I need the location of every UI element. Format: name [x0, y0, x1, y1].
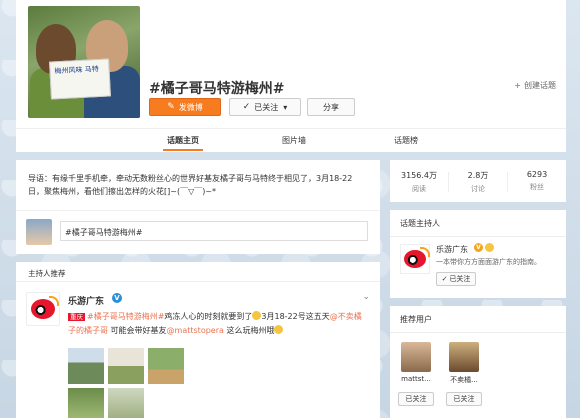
host-name[interactable]: 乐游广东 — [436, 244, 468, 255]
topic-stats: 3156.4万 阅读 2.8万 讨论 6293 粉丝 — [390, 160, 566, 202]
recommend-user-2[interactable]: 不卖橘... — [446, 342, 482, 385]
post-image-3[interactable] — [148, 348, 184, 384]
weibo-post: 乐游广东 V ⌄ 重庆 #橘子哥马特游梅州#鸡冻人心的时刻就要到了 3月18-22号… — [16, 282, 380, 418]
recommend-title: 推荐用户 — [400, 315, 432, 324]
user-avatar — [449, 342, 479, 372]
cover-sign: 梅州风味 马特 — [49, 58, 111, 100]
post-text: 重庆 #橘子哥马特游梅州#鸡冻人心的时刻就要到了 3月18-22号这五天@不卖橘子的… — [68, 311, 362, 335]
stat-fans: 6293 粉丝 — [526, 170, 548, 191]
post-image-2[interactable] — [108, 348, 144, 384]
recommend-follow-button-2[interactable]: 已关注 — [446, 392, 482, 406]
check-icon: ✓ — [242, 102, 251, 112]
post-weibo-button[interactable]: ✎ 发微博 — [149, 98, 221, 116]
emoji-face-icon — [485, 243, 494, 252]
host-avatar[interactable] — [400, 244, 430, 274]
check-icon: ✓ — [441, 275, 448, 283]
tab-topic-home[interactable]: 话题主页 — [163, 135, 203, 151]
recommend-follow-button-1[interactable]: 已关注 — [398, 392, 434, 406]
topic-tabs: 话题主页 图片墙 话题榜 — [16, 128, 566, 152]
create-topic-link[interactable]: + 创建话题 — [514, 80, 556, 91]
topic-title: #橘子哥马特游梅州# — [149, 81, 285, 97]
recommend-user-1[interactable]: mattst... — [398, 342, 434, 383]
topic-header: 梅州风味 马特 #橘子哥马特游梅州# + 创建话题 ✎ 发微博 ✓ 已关注 ▾ 分享 话… — [16, 0, 566, 152]
post-image-5[interactable] — [108, 388, 144, 418]
recommend-users-card: 推荐用户 mattst... 已关注 不卖橘... 已关注 — [390, 306, 566, 418]
stat-discussions: 2.8万 讨论 — [467, 171, 489, 193]
stat-reads: 3156.4万 阅读 — [401, 171, 437, 193]
location-tag: 重庆 — [68, 313, 85, 321]
edit-icon: ✎ — [167, 102, 175, 112]
compose-box: #橘子哥马特游梅州# — [16, 210, 380, 254]
mention-link-matt[interactable]: @mattstopera — [167, 326, 224, 335]
weibo-logo-icon — [31, 296, 59, 319]
plus-icon: + — [514, 81, 521, 90]
tab-topic-rank[interactable]: 话题榜 — [394, 135, 418, 146]
compose-input[interactable]: #橘子哥马特游梅州# — [60, 221, 368, 241]
verified-badge: V — [474, 243, 483, 252]
smile-emoji-icon — [274, 325, 284, 334]
host-follow-button[interactable]: ✓ 已关注 — [436, 272, 476, 286]
chevron-down-icon: ▾ — [283, 102, 288, 112]
host-recommend-label: 主持人推荐 — [28, 269, 66, 278]
divider — [390, 332, 566, 333]
weibo-logo-icon — [404, 247, 430, 268]
topic-link[interactable]: #橘子哥马特游梅州# — [87, 312, 164, 321]
host-card-title: 话题主持人 — [400, 219, 440, 228]
author-avatar[interactable] — [26, 292, 60, 326]
post-image-1[interactable] — [68, 348, 104, 384]
host-description: 一本带你方方面面游广东的指南。 — [436, 258, 541, 266]
verified-badge: V — [112, 293, 122, 303]
tab-picture-wall[interactable]: 图片墙 — [282, 135, 306, 146]
follow-dropdown-button[interactable]: ✓ 已关注 ▾ — [229, 98, 301, 116]
user-avatar — [26, 219, 52, 245]
user-avatar — [401, 342, 431, 372]
topic-cover-image: 梅州风味 马特 — [28, 6, 140, 118]
topic-guide: 导语：有缘千里手机牵，牵动无数粉丝心的世界好基友橘子哥与马特终于相见了，3月18… — [16, 160, 380, 210]
topic-host-card: 话题主持人 乐游广东 V 一本带你方方面面游广东的指南。 ✓ 已关注 — [390, 210, 566, 298]
post-image-4[interactable] — [68, 388, 104, 418]
divider — [390, 236, 566, 237]
host-recommend-header: 主持人推荐 — [16, 262, 380, 282]
share-button[interactable]: 分享 — [307, 98, 355, 116]
guide-text: 导语：有缘千里手机牵，牵动无数粉丝心的世界好基友橘子哥与马特终于相见了，3月18… — [28, 174, 353, 196]
post-author[interactable]: 乐游广东 — [68, 294, 104, 307]
post-menu-icon[interactable]: ⌄ — [362, 292, 370, 302]
